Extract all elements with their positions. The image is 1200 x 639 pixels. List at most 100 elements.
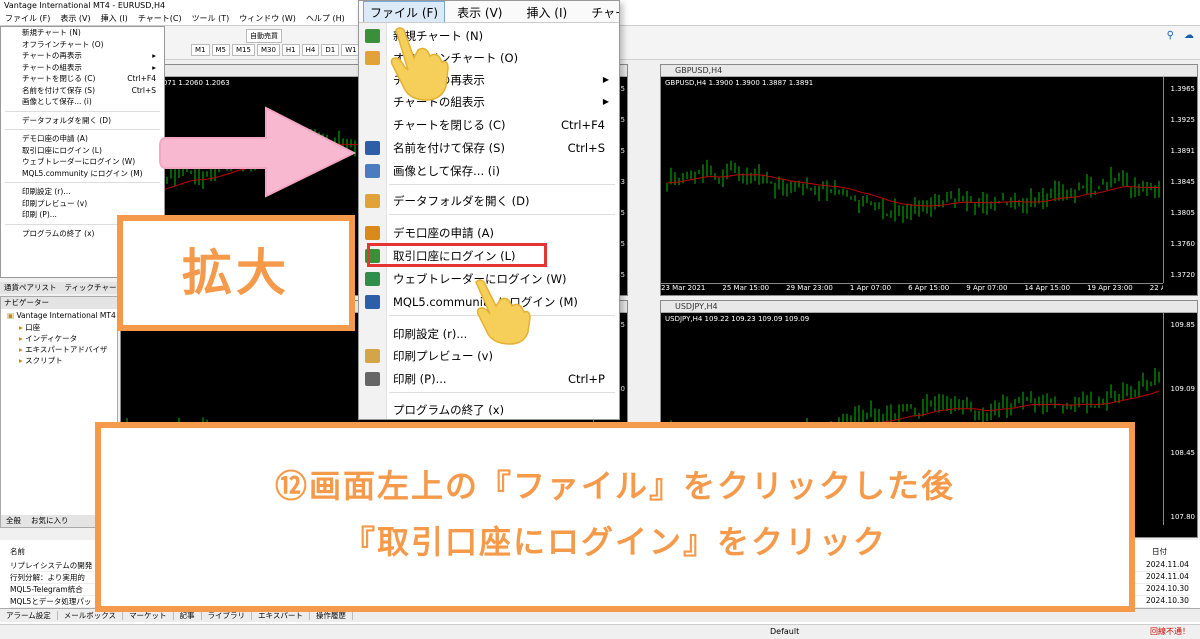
small-menu-item[interactable]: チャートの組表示 ▸ bbox=[1, 62, 164, 74]
terminal-tab[interactable]: ライブラリ bbox=[201, 611, 253, 620]
submenu-arrow-icon: ▶ bbox=[602, 75, 609, 84]
terminal-tab[interactable]: エキスパート bbox=[252, 611, 310, 620]
navigator-tree-item[interactable]: ▸ インディケータ bbox=[7, 333, 117, 344]
terminal-tab[interactable]: アラーム設定 bbox=[0, 611, 58, 620]
navigator-tree-item[interactable]: ▣ Vantage International MT4 bbox=[7, 311, 117, 322]
timeframe-button[interactable]: M30 bbox=[256, 44, 280, 56]
small-menu-item[interactable]: MQL5.community にログイン (M) bbox=[1, 168, 164, 180]
menu-separator bbox=[389, 392, 615, 393]
terminal-tab[interactable]: 記事 bbox=[173, 611, 202, 620]
app-menu-item[interactable]: チャート(C) bbox=[133, 14, 187, 23]
menu-separator bbox=[389, 214, 615, 215]
time-tick-label: 25 Mar 15:00 bbox=[722, 284, 770, 292]
menu-item-icon bbox=[365, 349, 380, 363]
menu-item-icon bbox=[365, 295, 380, 309]
small-menu-item[interactable]: 名前を付けて保存 (S) Ctrl+S bbox=[1, 85, 164, 97]
navigator-tree: ▣ Vantage International MT4 ▸ 口座 ▸ インディケータ… bbox=[1, 309, 117, 366]
enlarged-menu-item[interactable]: 名前を付けて保存 (S) Ctrl+S bbox=[359, 137, 619, 159]
time-tick-label: 14 Apr 15:00 bbox=[1024, 284, 1071, 292]
navigator-tree-label: エキスパートアドバイザ bbox=[25, 345, 108, 354]
small-menu-item[interactable]: 取引口座にログイン (L) bbox=[1, 145, 164, 157]
menu-item-icon bbox=[365, 194, 380, 208]
small-menu-item[interactable]: デモ口座の申請 (A) bbox=[1, 133, 164, 145]
menu-item-label: オフラインチャート (O) bbox=[22, 39, 104, 49]
enlarged-menu-item[interactable]: プログラムの終了 (x) bbox=[359, 399, 619, 421]
enlarged-menu-item[interactable]: データフォルダを開く (D) bbox=[359, 190, 619, 212]
app-menu-item[interactable]: ヘルプ (H) bbox=[301, 14, 350, 23]
market-watch-tab[interactable]: ティックチャート bbox=[61, 283, 119, 292]
enlarged-menu-item[interactable]: 印刷 (P)... Ctrl+P bbox=[359, 368, 619, 390]
small-menu-item[interactable]: チャートの再表示 ▸ bbox=[1, 50, 164, 62]
navigator-tree-item[interactable]: ▸ 口座 bbox=[7, 322, 117, 333]
small-menu-item[interactable]: 新規チャート (N) bbox=[1, 27, 164, 39]
small-menu-item[interactable]: 印刷プレビュー (v) bbox=[1, 198, 164, 210]
price-tick-label: 109.09 bbox=[1170, 385, 1196, 393]
menu-item-icon bbox=[365, 51, 380, 65]
navigator-tree-item[interactable]: ▸ スクリプト bbox=[7, 355, 117, 366]
timeframe-button[interactable]: H4 bbox=[301, 44, 320, 56]
small-menu-item[interactable]: チャートを閉じる (C) Ctrl+F4 bbox=[1, 73, 164, 85]
menu-item-icon bbox=[365, 29, 380, 43]
timeframe-button[interactable]: D1 bbox=[321, 44, 340, 56]
timeframe-bar: M1M5M15M30H1H4D1W1MN bbox=[190, 43, 383, 57]
time-tick-label: 23 Mar 2021 bbox=[661, 284, 706, 292]
navigator-tree-label: インディケータ bbox=[25, 334, 78, 343]
zoom-label: 拡大 bbox=[182, 244, 290, 302]
menu-item-label: ウェブトレーダーにログイン (W) bbox=[22, 157, 136, 166]
news-title: MQL5とデータ処理パッ bbox=[10, 597, 92, 606]
app-menu-item[interactable]: 挿入 (I) bbox=[96, 14, 133, 23]
enlarged-menu-title[interactable]: チャート(C) bbox=[579, 2, 619, 22]
pink-arrow-pointer bbox=[159, 106, 357, 198]
menu-item-label: デモ口座の申請 (A) bbox=[393, 226, 494, 240]
window-title: Vantage International MT4 - EURUSD,H4 bbox=[4, 1, 166, 10]
navigator-tab[interactable]: 全般 bbox=[1, 516, 26, 525]
terminal-tab[interactable]: メールボックス bbox=[57, 611, 124, 620]
app-menu-item[interactable]: ファイル (F) bbox=[0, 14, 55, 23]
price-tick-label: 108.45 bbox=[1170, 449, 1196, 457]
market-watch-tab[interactable]: 通貨ペアリスト bbox=[0, 283, 61, 292]
terminal-tab[interactable]: 操作履歴 bbox=[309, 611, 353, 620]
enlarged-menu-item[interactable]: チャートを閉じる (C) Ctrl+F4 bbox=[359, 114, 619, 136]
submenu-arrow-icon: ▸ bbox=[152, 51, 156, 60]
menu-item-icon bbox=[365, 272, 380, 286]
timeframe-button[interactable]: H1 bbox=[281, 44, 300, 56]
price-tick-label: 1.3760 bbox=[1170, 240, 1196, 248]
small-menu-item[interactable]: オフラインチャート (O) bbox=[1, 39, 164, 51]
menu-item-label: 印刷 (P)... bbox=[22, 210, 57, 219]
app-menu-item[interactable]: 表示 (V) bbox=[55, 14, 95, 23]
enlarged-menu-title[interactable]: ファイル (F) bbox=[363, 1, 446, 22]
enlarged-menu-item[interactable]: デモ口座の申請 (A) bbox=[359, 222, 619, 244]
search-icon[interactable]: ⚲ bbox=[1167, 30, 1174, 41]
small-menu-item[interactable]: データフォルダを開く (D) bbox=[1, 115, 164, 127]
navigator-tree-label: 口座 bbox=[25, 323, 41, 332]
app-menu-item[interactable]: ツール (T) bbox=[187, 14, 235, 23]
timeframe-button[interactable]: M5 bbox=[211, 44, 230, 56]
enlarged-menu-title[interactable]: 挿入 (I) bbox=[514, 2, 579, 22]
small-menu-item[interactable]: 印刷設定 (r)... bbox=[1, 186, 164, 198]
menu-item-label: データフォルダを開く (D) bbox=[393, 194, 530, 208]
timeframe-button[interactable]: M15 bbox=[232, 44, 255, 56]
enlarged-menu-item[interactable]: 画像として保存... (i) bbox=[359, 160, 619, 182]
small-menu-item[interactable]: 画像として保存... (i) bbox=[1, 96, 164, 108]
app-menu-item[interactable]: ウィンドウ (W) bbox=[234, 14, 301, 23]
timeframe-button[interactable]: M1 bbox=[191, 44, 210, 56]
menu-item-label: データフォルダを開く (D) bbox=[22, 115, 112, 125]
autotrade-button[interactable]: 自動売買 bbox=[245, 28, 283, 44]
news-header-date: 日付 bbox=[1152, 547, 1167, 556]
chart-window-gbpusd[interactable]: GBPUSD,H4 GBPUSD,H4 1.3900 1.3900 1.3887… bbox=[660, 64, 1198, 296]
connection-status: 回線不通！ bbox=[1150, 627, 1190, 636]
navigator-tab[interactable]: お気に入り bbox=[26, 516, 74, 525]
terminal-tab[interactable]: マーケット bbox=[123, 611, 174, 620]
small-menu-item[interactable]: ウェブトレーダーにログイン (W) bbox=[1, 156, 164, 168]
price-tick-label: 1.3965 bbox=[1170, 85, 1196, 93]
menu-item-label: プログラムの終了 (x) bbox=[22, 228, 95, 238]
profile-status: Default bbox=[770, 627, 800, 636]
community-icon[interactable]: ☁ bbox=[1184, 30, 1194, 41]
navigator-tree-item[interactable]: ▸ エキスパートアドバイザ bbox=[7, 344, 117, 355]
news-date: 2024.11.04 bbox=[1146, 560, 1189, 569]
enlarged-menu-item[interactable]: 印刷プレビュー (v) bbox=[359, 345, 619, 367]
menu-item-label: 取引口座にログイン (L) bbox=[22, 145, 102, 155]
submenu-arrow-icon: ▶ bbox=[602, 97, 609, 106]
price-tick-label: 1.3925 bbox=[1170, 116, 1196, 124]
enlarged-menu-title[interactable]: 表示 (V) bbox=[445, 2, 514, 22]
